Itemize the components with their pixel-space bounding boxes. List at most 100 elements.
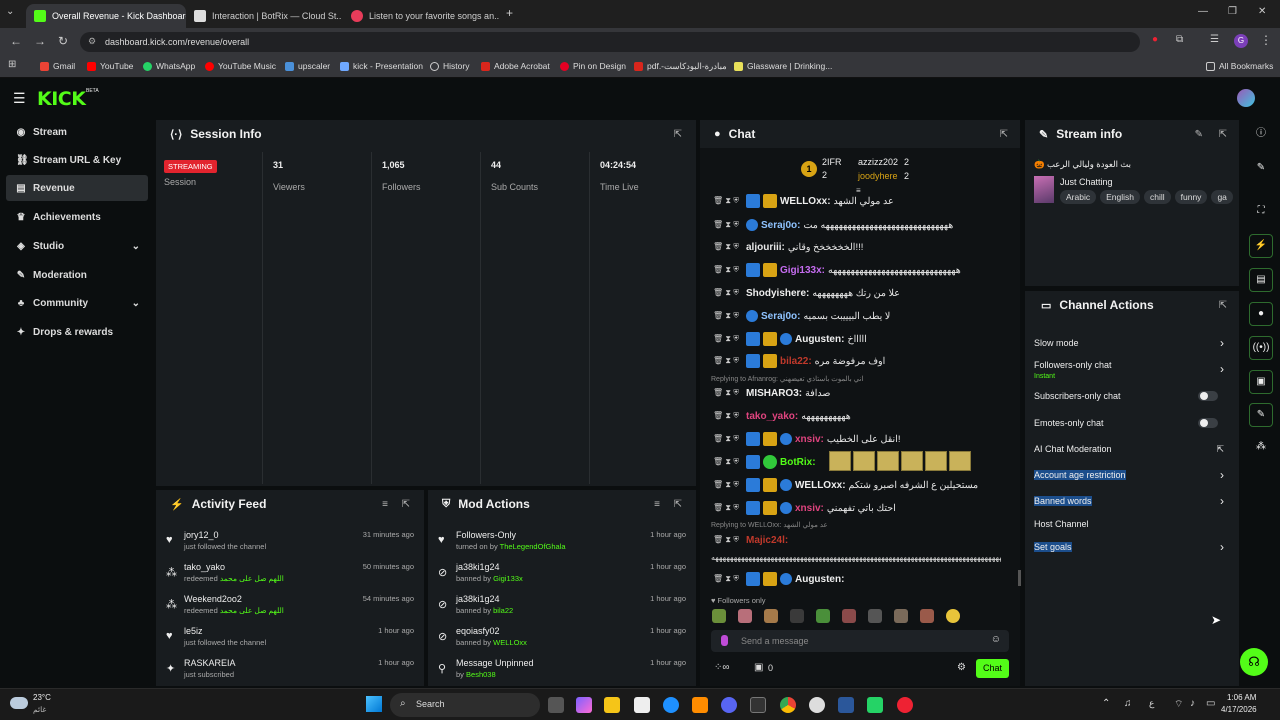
bookmark-glassware[interactable]: Glassware | Drinking...	[734, 61, 832, 71]
volume-icon[interactable]: ♪	[1190, 698, 1195, 709]
hamburger-menu-icon[interactable]: ☰	[13, 90, 26, 107]
tag-chip[interactable]: English	[1100, 190, 1140, 204]
chat-username[interactable]: Shodyishere:	[746, 288, 809, 299]
mod-tools-icon[interactable]: 🗑 ⧗ ⛨	[713, 457, 739, 467]
gifter-name[interactable]: joodyhere	[858, 171, 898, 181]
emote-icon[interactable]	[764, 609, 778, 623]
send-chat-button[interactable]: Chat	[976, 659, 1009, 678]
action-host-channel[interactable]: Host Channel	[1034, 519, 1230, 529]
edit-icon[interactable]: ✎	[1195, 129, 1203, 140]
points-icon[interactable]: ⁘∞	[714, 662, 730, 673]
epic-games-icon[interactable]	[750, 697, 766, 713]
chat-username[interactable]: Seraj0o:	[761, 220, 800, 231]
action-account-age[interactable]: Account age restriction ›	[1034, 468, 1230, 482]
sidebar-item-stream-url[interactable]: ⛓ Stream URL & Key	[6, 147, 148, 173]
browser-tab[interactable]: Interaction | BotRix — Cloud St... ✕	[186, 4, 342, 28]
minimize-icon[interactable]: —	[1198, 6, 1208, 17]
bookmark-youtube-music[interactable]: YouTube Music	[205, 61, 276, 71]
mod-tools-icon[interactable]: 🗑 ⧗ ⛨	[713, 288, 739, 298]
chat-settings-icon[interactable]: ⚙	[957, 662, 966, 673]
bookmark-history[interactable]: History	[430, 61, 469, 71]
emote-icon[interactable]	[894, 609, 908, 623]
mod-tools-icon[interactable]: 🗑 ⧗ ⛨	[713, 196, 739, 206]
mod-tools-icon[interactable]: 🗑 ⧗ ⛨	[713, 242, 739, 252]
document-rail-icon[interactable]: ▤	[1249, 268, 1273, 292]
popout-icon[interactable]: ⇱	[1000, 129, 1008, 140]
word-icon[interactable]	[838, 697, 854, 713]
mod-tools-icon[interactable]: 🗑 ⧗ ⛨	[713, 356, 739, 366]
taskbar-search[interactable]: ⌕ Search	[390, 693, 540, 717]
tray-chevron-icon[interactable]: ⌃	[1102, 698, 1110, 709]
chat-username[interactable]: WELLOxx:	[780, 196, 831, 207]
site-info-icon[interactable]: ⚙	[88, 36, 96, 47]
chat-username[interactable]: Gigi133x:	[780, 265, 825, 276]
new-tab-icon[interactable]: +	[506, 6, 513, 20]
emote-icon[interactable]	[712, 609, 726, 623]
popout-icon[interactable]: ⇱	[1219, 300, 1227, 311]
info-icon[interactable]: ⓘ	[1249, 123, 1273, 147]
emote-icon[interactable]	[868, 609, 882, 623]
popout-icon[interactable]: ⇱	[674, 499, 682, 510]
menu-icon[interactable]: ⋮	[1260, 33, 1272, 47]
copilot-icon[interactable]	[576, 697, 592, 713]
support-button[interactable]: ☊	[1240, 648, 1268, 676]
sidebar-item-achievements[interactable]: ♛ Achievements	[6, 204, 148, 230]
action-banned-words[interactable]: Banned words ›	[1034, 494, 1230, 508]
task-view-icon[interactable]	[548, 697, 564, 713]
mod-tools-icon[interactable]: 🗑 ⧗ ⛨	[713, 334, 739, 344]
chat-username[interactable]: MISHARO3:	[746, 388, 802, 399]
language-icon[interactable]: ع	[1149, 698, 1154, 709]
mod-tools-icon[interactable]: 🗑 ⧗ ⛨	[713, 388, 739, 398]
clock-time[interactable]: 1:06 AM	[1227, 693, 1256, 702]
user-avatar[interactable]	[1237, 89, 1255, 107]
edge-icon[interactable]	[663, 697, 679, 713]
emote-icon[interactable]	[946, 609, 960, 623]
forward-icon[interactable]: →	[34, 34, 46, 48]
bookmark-kick-presentation[interactable]: kick - Presentation	[340, 61, 423, 71]
subscribers-only-toggle[interactable]	[1198, 391, 1218, 401]
wifi-icon[interactable]: ⌔	[1174, 698, 1183, 711]
battery-icon[interactable]: ▭	[1206, 698, 1215, 709]
emote-icon[interactable]	[842, 609, 856, 623]
discord-icon[interactable]	[721, 697, 737, 713]
tag-chip[interactable]: funny	[1174, 190, 1208, 204]
lightning-rail-icon[interactable]: ⚡	[1249, 234, 1273, 258]
chrome-icon[interactable]	[780, 697, 796, 713]
filter-icon[interactable]: ≡	[382, 499, 388, 510]
community-rail-icon[interactable]: ⁂	[1249, 436, 1273, 460]
kick-logo[interactable]: KICK	[37, 88, 86, 110]
action-slow-mode[interactable]: Slow mode ›	[1034, 336, 1230, 350]
category-name[interactable]: Just Chatting	[1060, 177, 1113, 187]
chat-username[interactable]: Augusten:	[795, 334, 844, 345]
sidebar-item-moderation[interactable]: ✎ Moderation	[6, 262, 148, 288]
mic-icon[interactable]: ♫	[1124, 698, 1132, 709]
obs-icon[interactable]	[809, 697, 825, 713]
emote-icon[interactable]	[790, 609, 804, 623]
popout-icon[interactable]: ⇱	[674, 129, 682, 140]
weather-temp[interactable]: 23°C	[33, 693, 51, 702]
edit-rail-icon[interactable]: ✎	[1249, 157, 1273, 181]
bookmark-gmail[interactable]: Gmail	[40, 61, 75, 71]
mod-tools-icon[interactable]: 🗑 ⧗ ⛨	[713, 411, 739, 421]
file-explorer-icon[interactable]	[604, 697, 620, 713]
windows-start-icon[interactable]	[366, 696, 382, 712]
clock-date[interactable]: 4/17/2026	[1221, 705, 1257, 714]
chat-username[interactable]: Seraj0o:	[761, 311, 800, 322]
action-followers-only[interactable]: Followers-only chat Instant ›	[1034, 360, 1230, 380]
mod-tools-icon[interactable]: 🗑 ⧗ ⛨	[713, 220, 739, 230]
browser-tab[interactable]: Listen to your favorite songs an... ✕	[343, 4, 499, 28]
whatsapp-taskbar-icon[interactable]	[867, 697, 883, 713]
photos-icon[interactable]	[692, 697, 708, 713]
broadcast-rail-icon[interactable]: ((•))	[1249, 336, 1273, 360]
chat-username[interactable]: Majic24l:	[746, 535, 788, 546]
sidebar-item-stream[interactable]: ◉ Stream	[6, 119, 148, 145]
browser-tab-active[interactable]: Overall Revenue - Kick Dashboard ✕	[26, 4, 186, 28]
chat-username[interactable]: xnsiv:	[795, 503, 824, 514]
mod-tools-icon[interactable]: 🗑 ⧗ ⛨	[713, 535, 739, 545]
sidebar-item-drops[interactable]: ✦ Drops & rewards	[6, 319, 148, 345]
chat-username[interactable]: xnsiv:	[795, 434, 824, 445]
channel-rail-icon[interactable]: ▣	[1249, 370, 1273, 394]
mod-tools-icon[interactable]: 🗑 ⧗ ⛨	[713, 503, 739, 513]
bookmark-pinterest[interactable]: Pin on Design	[560, 61, 626, 71]
chat-username[interactable]: aljouriii:	[746, 242, 785, 253]
